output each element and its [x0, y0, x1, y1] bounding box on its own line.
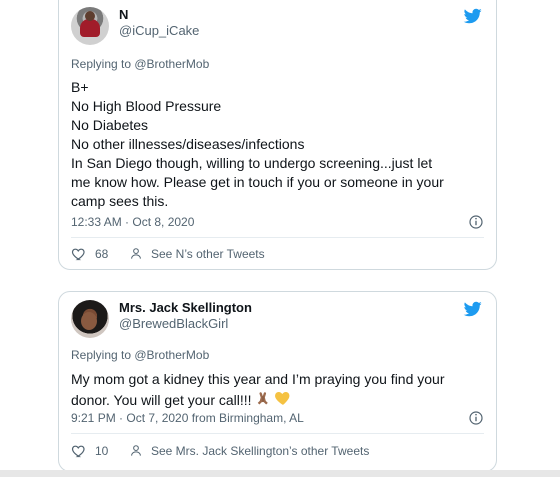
like-count: 10 — [95, 444, 109, 458]
like-count: 68 — [95, 247, 109, 261]
replying-to[interactable]: Replying to @BrotherMob — [71, 348, 209, 363]
tweet-meta-row: 12:33 AM · Oct 8, 2020 — [71, 213, 484, 231]
tweet-meta-row: 9:21 PM · Oct 7, 2020 from Birmingham, A… — [71, 409, 484, 427]
twitter-bird-icon[interactable] — [462, 7, 484, 25]
heart-icon — [71, 445, 85, 458]
see-other-tweets-label: See Mrs. Jack Skellington’s other Tweets — [151, 444, 370, 458]
tweet-header: N @iCup_iCake — [71, 7, 484, 49]
info-icon[interactable] — [468, 410, 484, 426]
see-other-tweets-label: See N’s other Tweets — [151, 247, 265, 261]
tweet-body: My mom got a kidney this year and I’m pr… — [71, 370, 480, 410]
tweet-body-line: No other illnesses/diseases/infections — [71, 136, 305, 152]
timestamp-link[interactable]: 9:21 PM · Oct 7, 2020 from Birmingham, A… — [71, 409, 304, 427]
tweet-body-line: No High Blood Pressure — [71, 98, 222, 114]
yellow-heart-icon — [274, 389, 292, 407]
heart-icon — [71, 248, 85, 261]
tweet-body-line: me know how. Please get in touch if you … — [71, 174, 444, 190]
tweet-body-line: donor. You will get your call!!! — [71, 392, 252, 408]
tweet-header: Mrs. Jack Skellington @BrewedBlackGirl — [71, 300, 484, 342]
user-handle[interactable]: @iCup_iCake — [119, 23, 199, 39]
twitter-bird-icon[interactable] — [462, 300, 484, 318]
tweet-body-line: No Diabetes — [71, 117, 149, 133]
tweet-body: B+ No High Blood Pressure No Diabetes No… — [71, 78, 480, 211]
timestamp-link[interactable]: 12:33 AM · Oct 8, 2020 — [71, 213, 194, 231]
author-block: Mrs. Jack Skellington @BrewedBlackGirl — [119, 300, 252, 332]
display-name[interactable]: Mrs. Jack Skellington — [119, 300, 252, 316]
user-handle[interactable]: @BrewedBlackGirl — [119, 316, 252, 332]
display-name[interactable]: N — [119, 7, 199, 23]
person-icon — [131, 445, 141, 456]
tweet-body-line-with-emoji: donor. You will get your call!!! — [71, 389, 480, 410]
person-icon — [131, 248, 141, 259]
tweet-actions: 10 See Mrs. Jack Skellington’s other Twe… — [71, 441, 484, 461]
avatar[interactable] — [71, 300, 109, 338]
tweet-body-line: My mom got a kidney this year and I’m pr… — [71, 371, 445, 387]
tweet-body-line: In San Diego though, willing to undergo … — [71, 155, 433, 171]
tweet-body-line: B+ — [71, 79, 89, 95]
bottom-strip — [0, 470, 560, 477]
divider — [71, 433, 484, 434]
tweet-embed-screenshot: N @iCup_iCake Replying to @BrotherMob B+… — [0, 0, 560, 477]
replying-to[interactable]: Replying to @BrotherMob — [71, 57, 209, 72]
folded-hands-icon — [254, 389, 272, 407]
tweet-actions: 68 See N’s other Tweets — [71, 244, 484, 264]
avatar[interactable] — [71, 7, 109, 45]
info-icon[interactable] — [468, 214, 484, 230]
author-block: N @iCup_iCake — [119, 7, 199, 39]
tweet-card-1[interactable]: N @iCup_iCake Replying to @BrotherMob B+… — [58, 0, 497, 270]
tweet-body-line: camp sees this. — [71, 193, 169, 209]
divider — [71, 237, 484, 238]
tweet-card-2[interactable]: Mrs. Jack Skellington @BrewedBlackGirl R… — [58, 291, 497, 472]
